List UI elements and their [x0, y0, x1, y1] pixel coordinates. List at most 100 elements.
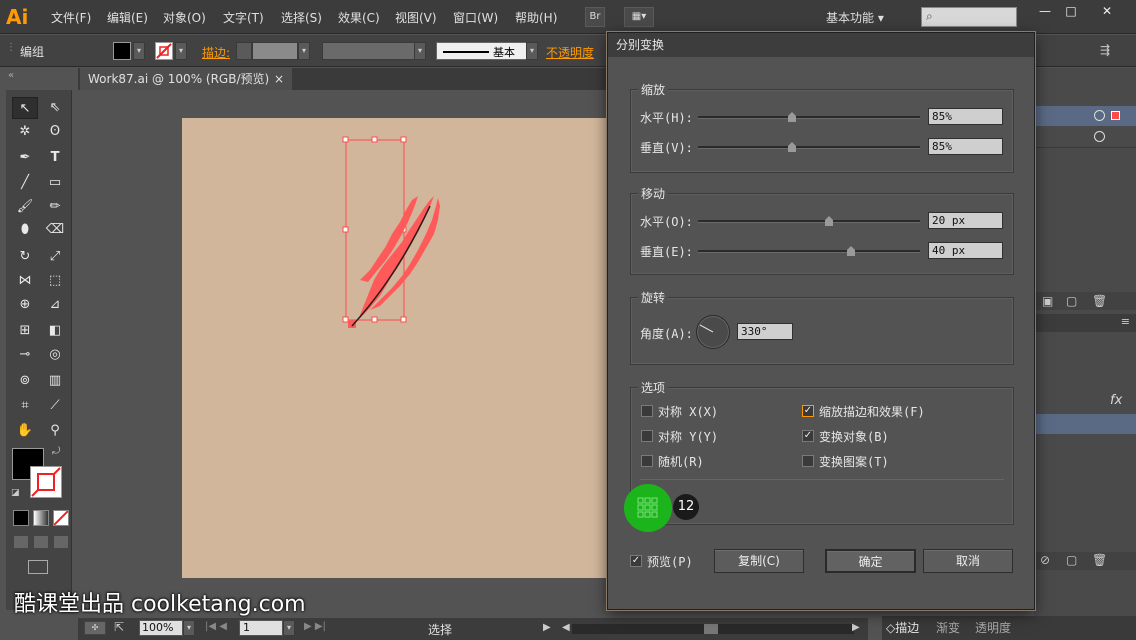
mesh-tool-icon[interactable]: ⊞	[12, 320, 38, 342]
zoom-input[interactable]: 100%	[139, 620, 183, 636]
fill-dropdown-icon[interactable]: ▾	[133, 42, 145, 60]
tab-transparency[interactable]: 透明度	[975, 619, 1011, 636]
menu-type[interactable]: 文字(T)	[223, 9, 264, 26]
copy-button[interactable]: 复制(C)	[714, 549, 804, 573]
transform-patterns-label[interactable]: 变换图案(T)	[819, 453, 889, 470]
document-tab[interactable]: Work87.ai @ 100% (RGB/预览) ×	[80, 68, 292, 90]
horizontal-scrollbar[interactable]	[572, 624, 854, 634]
scroll-right-icon[interactable]: ▶	[852, 622, 860, 633]
stroke-weight-input[interactable]	[252, 42, 298, 60]
menu-window[interactable]: 窗口(W)	[453, 9, 498, 26]
artboard-tool-icon[interactable]: ⌗	[12, 395, 38, 417]
bridge-button[interactable]: Br	[585, 7, 605, 27]
target-icon-2[interactable]	[1094, 131, 1105, 142]
minimize-icon[interactable]: —	[1032, 2, 1058, 20]
random-checkbox[interactable]	[641, 455, 653, 467]
scale-vertical-slider[interactable]	[698, 146, 920, 149]
reflect-x-checkbox[interactable]	[641, 405, 653, 417]
zoom-tool-icon[interactable]: ⚲	[42, 420, 68, 442]
paintbrush-tool-icon[interactable]: 🖌	[12, 196, 38, 218]
artboard-dropdown-icon[interactable]: ▾	[283, 620, 295, 636]
draw-normal-icon[interactable]	[13, 535, 29, 549]
first-artboard-icon[interactable]: |◀ ◀	[205, 621, 227, 632]
brush-dropdown-icon[interactable]: ▾	[526, 42, 538, 60]
scrollbar-thumb[interactable]	[704, 624, 718, 634]
collapse-toolbox-icon[interactable]: «	[8, 70, 14, 81]
zoom-dropdown-icon[interactable]: ▾	[183, 620, 195, 636]
scale-strokes-checkbox[interactable]: ✓	[802, 405, 814, 417]
menu-object[interactable]: 对象(O)	[163, 9, 206, 26]
move-vertical-slider[interactable]	[698, 250, 920, 253]
free-transform-tool-icon[interactable]: ⬚	[42, 270, 68, 292]
rotate-tool-icon[interactable]: ↻	[12, 246, 38, 268]
stroke-weight-dropdown-icon[interactable]: ▾	[298, 42, 310, 60]
stroke-color-box[interactable]	[30, 466, 62, 498]
pencil-tool-icon[interactable]: ✏	[42, 196, 68, 218]
transform-objects-checkbox[interactable]: ✓	[802, 430, 814, 442]
gradient-tool-icon[interactable]: ◧	[42, 320, 68, 342]
preview-checkbox[interactable]: ✓	[630, 555, 642, 567]
angle-dial[interactable]	[696, 315, 730, 349]
screen-mode-icon[interactable]	[28, 560, 48, 574]
rotate-angle-input[interactable]: 330°	[737, 323, 793, 340]
last-artboard-icon[interactable]: ▶ ▶|	[304, 621, 326, 632]
transform-objects-label[interactable]: 变换对象(B)	[819, 428, 889, 445]
cancel-button[interactable]: 取消	[923, 549, 1013, 573]
appearance-row[interactable]	[1034, 414, 1136, 434]
gpu-icon[interactable]: ✣	[84, 621, 106, 635]
stroke-label[interactable]: 描边:	[202, 44, 230, 61]
menu-view[interactable]: 视图(V)	[395, 9, 437, 26]
new-sublayer-icon[interactable]: ▣	[1042, 294, 1053, 308]
random-label[interactable]: 随机(R)	[658, 453, 704, 470]
direct-selection-tool-icon[interactable]: ⇖	[42, 97, 68, 119]
stroke-weight-stepper[interactable]	[236, 42, 252, 60]
eraser-tool-icon[interactable]: ⌫	[42, 219, 68, 241]
fill-swatch[interactable]	[113, 42, 131, 60]
none-mode-icon[interactable]	[53, 510, 69, 526]
panel-options-icon[interactable]: ≡	[1121, 315, 1130, 328]
stroke-swatch[interactable]	[155, 42, 173, 60]
draw-behind-icon[interactable]	[33, 535, 49, 549]
blend-tool-icon[interactable]: ◎	[42, 344, 68, 366]
arrange-documents-icon[interactable]: ▦▾	[624, 7, 654, 27]
move-horizontal-input[interactable]: 20 px	[928, 212, 1003, 229]
line-tool-icon[interactable]: ╱	[12, 172, 38, 194]
lasso-tool-icon[interactable]: ʘ	[42, 121, 68, 143]
duplicate-item-icon[interactable]: ▢	[1066, 553, 1077, 567]
opacity-label[interactable]: 不透明度	[546, 44, 594, 61]
target-icon[interactable]	[1094, 110, 1105, 121]
scale-tool-icon[interactable]: ⤢	[42, 246, 68, 268]
variable-width-profile[interactable]	[322, 42, 416, 60]
close-tab-icon[interactable]: ×	[274, 68, 284, 90]
selection-indicator-icon[interactable]	[1111, 111, 1120, 120]
draw-inside-icon[interactable]	[53, 535, 69, 549]
scale-strokes-label[interactable]: 缩放描边和效果(F)	[819, 403, 925, 420]
slice-tool-icon[interactable]: ⟋	[42, 395, 68, 417]
scale-horizontal-input[interactable]: 85%	[928, 108, 1003, 125]
hand-tool-icon[interactable]: ✋	[12, 420, 38, 442]
scale-horizontal-slider[interactable]	[698, 116, 920, 119]
delete-item-icon[interactable]: 🗑	[1092, 553, 1107, 567]
menu-effect[interactable]: 效果(C)	[338, 9, 380, 26]
profile-dropdown-icon[interactable]: ▾	[414, 42, 426, 60]
panel-menu-icon[interactable]: ⇶	[1100, 43, 1110, 57]
color-mode-icon[interactable]	[13, 510, 29, 526]
layer-row[interactable]	[1034, 126, 1136, 148]
menu-select[interactable]: 选择(S)	[281, 9, 322, 26]
layer-row-selected[interactable]	[1034, 106, 1136, 126]
share-icon[interactable]: ⇱	[114, 620, 124, 634]
scale-vertical-input[interactable]: 85%	[928, 138, 1003, 155]
perspective-grid-tool-icon[interactable]: ⊿	[42, 294, 68, 316]
column-graph-tool-icon[interactable]: ▥	[42, 370, 68, 392]
status-menu-icon[interactable]: ▶	[543, 622, 551, 633]
tab-gradient[interactable]: 渐变	[936, 619, 960, 636]
move-horizontal-slider[interactable]	[698, 220, 920, 223]
transform-patterns-checkbox[interactable]	[802, 455, 814, 467]
clear-appearance-icon[interactable]: ⊘	[1040, 553, 1050, 567]
selection-tool-icon[interactable]: ↖	[12, 97, 38, 119]
menu-file[interactable]: 文件(F)	[51, 9, 91, 26]
eyedropper-tool-icon[interactable]: ⊸	[12, 344, 38, 366]
brush-definition[interactable]: 基本	[436, 42, 538, 60]
symbol-sprayer-tool-icon[interactable]: ⊚	[12, 370, 38, 392]
swap-colors-icon[interactable]: ⤾	[52, 446, 60, 457]
